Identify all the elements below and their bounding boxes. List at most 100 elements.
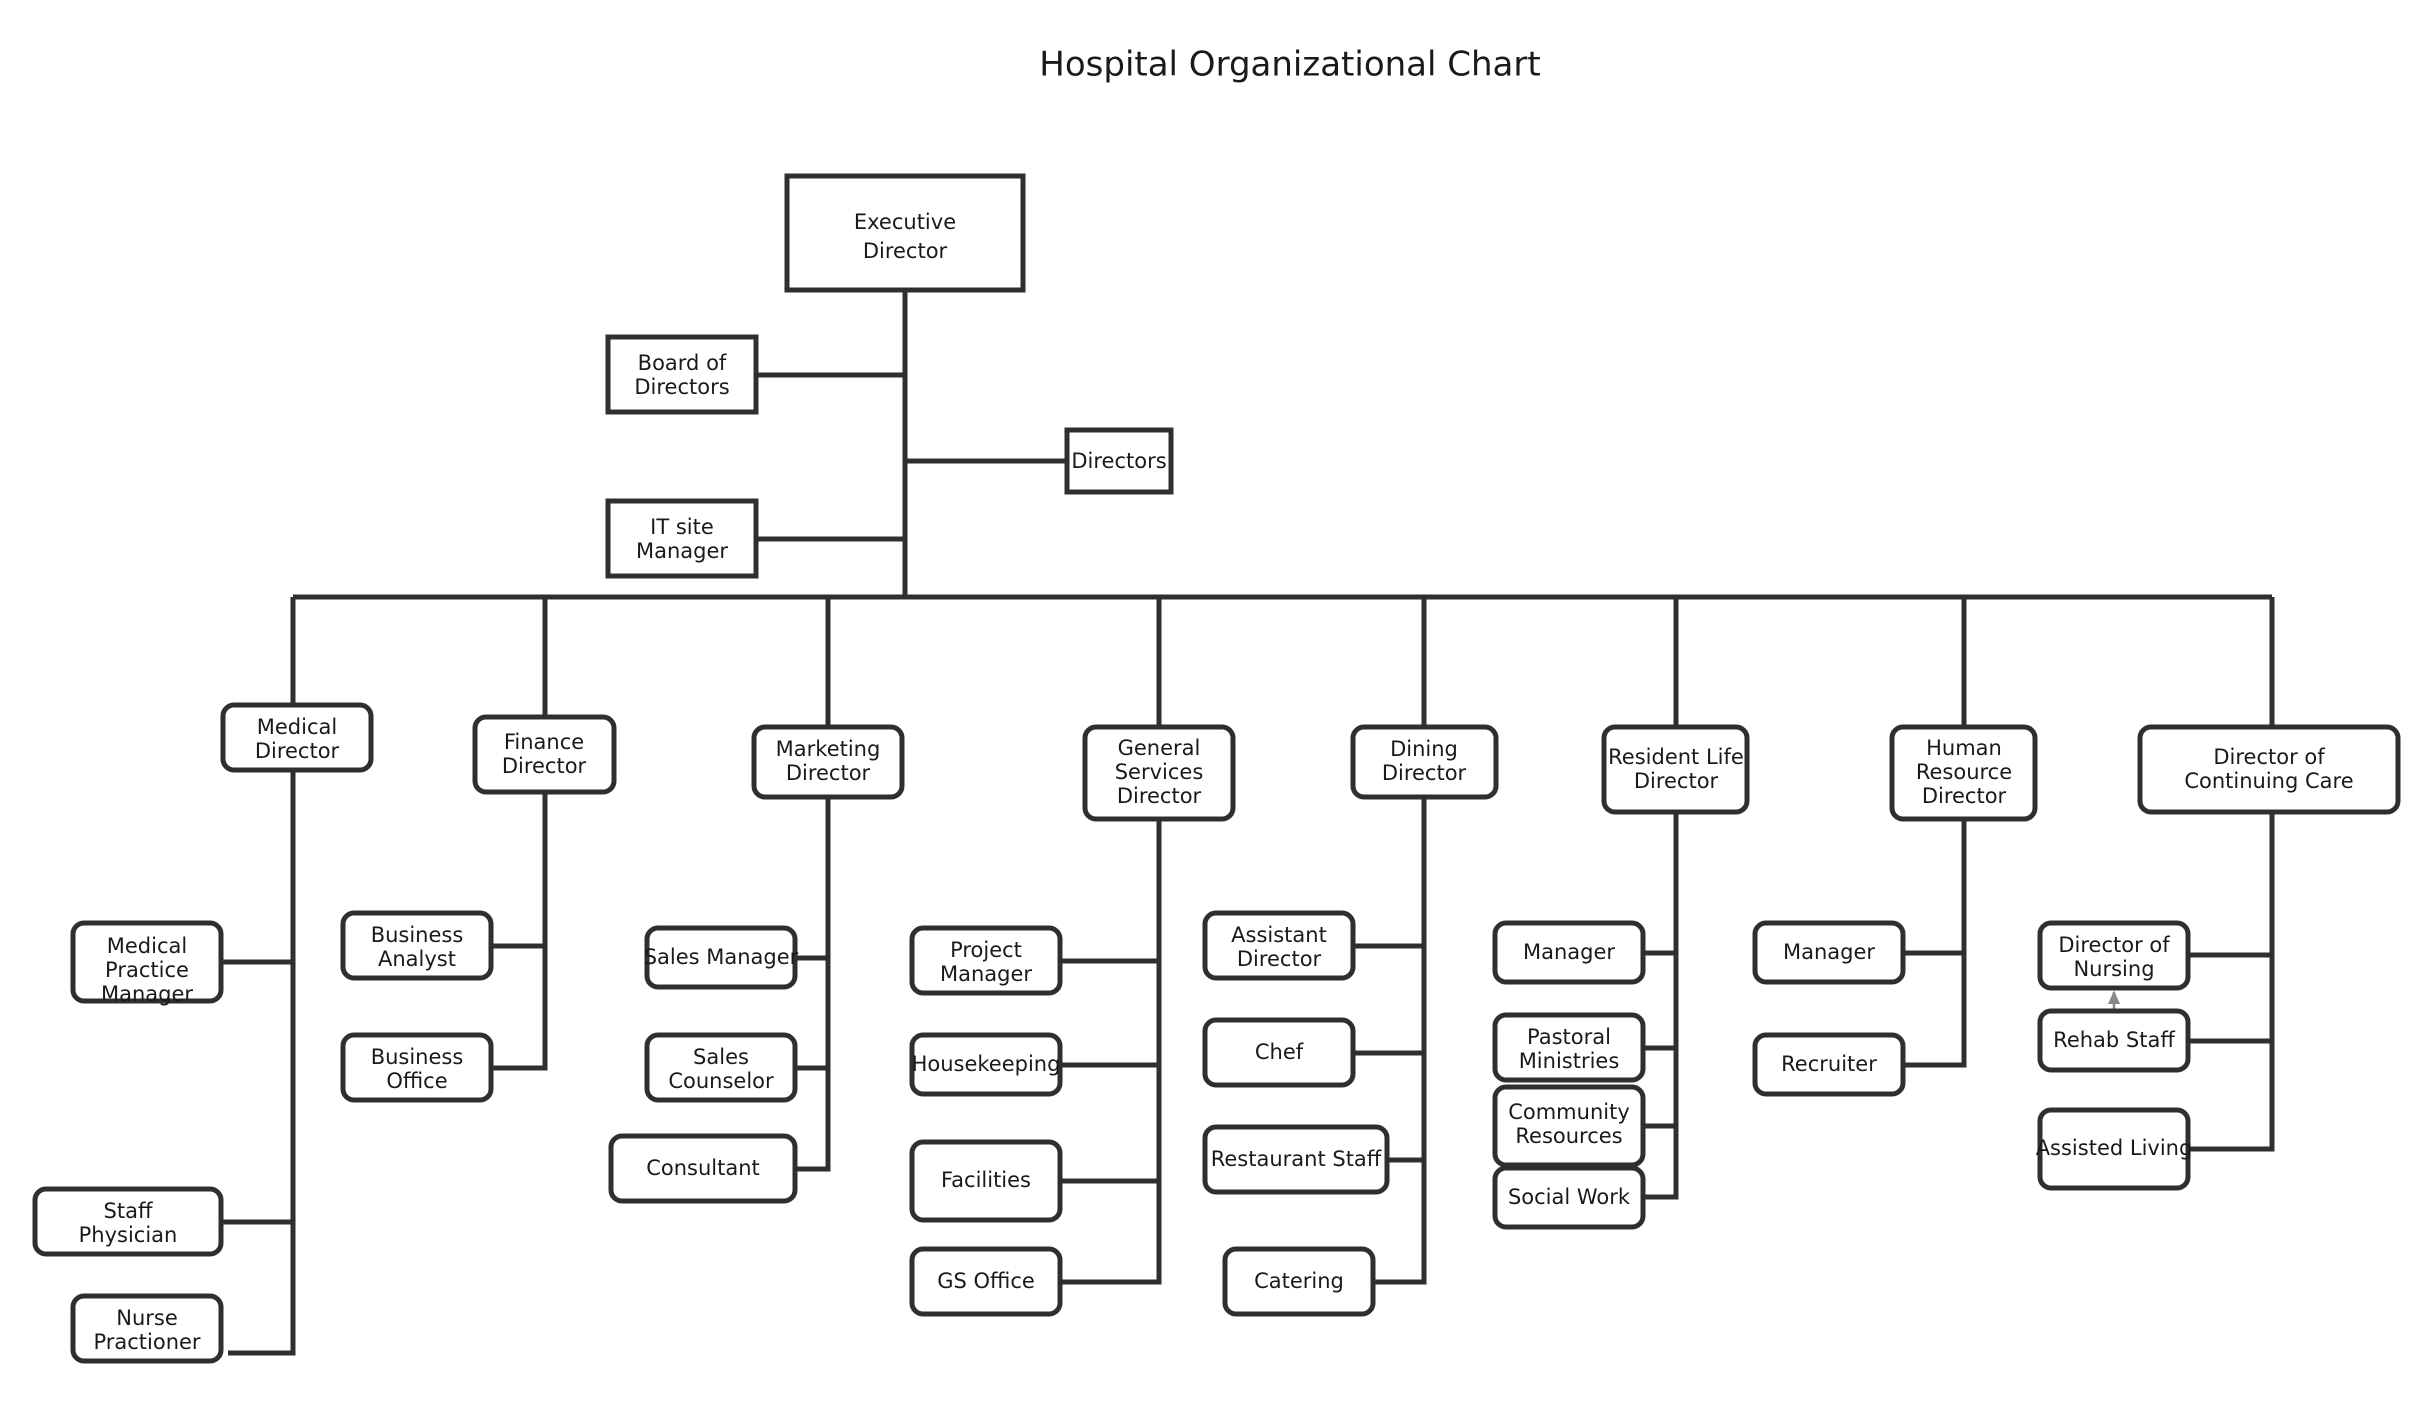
node-label-line: Project xyxy=(950,938,1022,962)
node-label-line: Human xyxy=(1926,736,2002,760)
node-label-line: Ministries xyxy=(1519,1049,1620,1073)
node-label-line: Resource xyxy=(1916,760,2012,784)
node-label-line: Chef xyxy=(1255,1040,1304,1064)
node-recruiter[interactable]: Recruiter xyxy=(1752,1032,1906,1097)
node-director-of-nursing[interactable]: Director of Nursing xyxy=(2037,920,2191,991)
connector-continuing-care-spine xyxy=(2188,812,2275,1152)
node-label-line: Manager xyxy=(1523,940,1615,964)
node-restaurant-staff[interactable]: Restaurant Staff xyxy=(1202,1124,1390,1195)
node-finance-director[interactable]: Finance Director xyxy=(472,714,617,795)
node-label-line: Director xyxy=(1117,784,1202,808)
node-label-line: Dining xyxy=(1390,737,1458,761)
node-label-line: Business xyxy=(371,1045,464,1069)
node-resident-life-manager[interactable]: Manager xyxy=(1492,920,1646,985)
node-label-line: Social Work xyxy=(1508,1185,1631,1209)
page-title: Hospital Organizational Chart xyxy=(1039,45,1540,85)
node-label-line: Community xyxy=(1508,1100,1630,1124)
connector-general-services-spine xyxy=(1060,819,1162,1285)
node-label-line: Physician xyxy=(79,1223,178,1247)
node-business-analyst[interactable]: Business Analyst xyxy=(340,910,494,981)
node-assistant-director[interactable]: Assistant Director xyxy=(1202,910,1356,981)
node-label-line: Nurse xyxy=(116,1306,178,1330)
node-label-line: Director xyxy=(1382,761,1467,785)
node-business-office[interactable]: Business Office xyxy=(340,1032,494,1103)
node-label-line: Staff xyxy=(104,1199,153,1223)
node-dining-director[interactable]: Dining Director xyxy=(1350,724,1499,800)
node-label-line: Finance xyxy=(504,730,584,754)
node-project-manager[interactable]: Project Manager xyxy=(909,925,1063,996)
node-label-line: Consultant xyxy=(646,1156,760,1180)
node-label-line: Director xyxy=(1634,769,1719,793)
node-staff-physician[interactable]: Staff Physician xyxy=(32,1186,224,1257)
connector-finance-spine xyxy=(491,792,548,1071)
node-label-line: IT site xyxy=(650,515,714,539)
node-label-line: Resident Life xyxy=(1608,745,1744,769)
node-label-line: Directors xyxy=(634,375,729,399)
node-label-line: Director of xyxy=(2213,745,2325,769)
node-label-line: Office xyxy=(386,1069,447,1093)
node-rehab-staff[interactable]: Rehab Staff xyxy=(2037,1008,2191,1073)
node-catering[interactable]: Catering xyxy=(1222,1246,1376,1317)
node-facilities[interactable]: Facilities xyxy=(909,1139,1063,1223)
node-it-site-manager[interactable]: IT site Manager xyxy=(605,498,759,579)
node-label-line: Manager xyxy=(636,539,728,563)
node-label-line: Marketing xyxy=(776,737,881,761)
node-consultant[interactable]: Consultant xyxy=(608,1133,798,1204)
node-pastoral-ministries[interactable]: Pastoral Ministries xyxy=(1492,1012,1646,1083)
node-label-line: Manager xyxy=(940,962,1032,986)
node-label-line: Medical xyxy=(257,715,337,739)
node-housekeeping[interactable]: Housekeeping xyxy=(909,1032,1063,1097)
node-director-of-continuing-care[interactable]: Director of Continuing Care xyxy=(2137,724,2401,815)
node-label-line: Practioner xyxy=(93,1330,200,1354)
node-general-services-director[interactable]: General Services Director xyxy=(1082,724,1236,822)
node-label-line: Assisted Living xyxy=(2036,1136,2193,1160)
node-chef[interactable]: Chef xyxy=(1202,1017,1356,1088)
node-label-line: Practice xyxy=(105,958,189,982)
node-social-work[interactable]: Social Work xyxy=(1492,1165,1646,1230)
node-label-line: Executive xyxy=(854,210,956,234)
node-board-of-directors[interactable]: Board of Directors xyxy=(605,334,759,415)
node-label-line: Assistant xyxy=(1231,923,1327,947)
node-label-line: Medical xyxy=(107,934,187,958)
node-assisted-living[interactable]: Assisted Living xyxy=(2036,1107,2193,1191)
node-label-line: Manager xyxy=(1783,940,1875,964)
node-label-line: Director xyxy=(1922,784,2007,808)
node-label-line: Sales xyxy=(693,1045,749,1069)
node-label-line: Pastoral xyxy=(1527,1025,1611,1049)
node-sales-manager[interactable]: Sales Manager xyxy=(644,925,799,990)
node-label-line: Catering xyxy=(1254,1269,1344,1293)
node-marketing-director[interactable]: Marketing Director xyxy=(751,724,905,800)
node-resident-life-director[interactable]: Resident Life Director xyxy=(1601,724,1750,815)
node-label-line: General xyxy=(1118,736,1201,760)
node-label-line: Nursing xyxy=(2073,957,2154,981)
node-medical-practice-manager[interactable]: Medical Practice Manager xyxy=(70,920,224,1006)
connector-marketing-spine xyxy=(795,797,831,1172)
org-chart-svg: Hospital Organizational Chart Executive … xyxy=(32,45,2401,1364)
connector-human-resource-spine xyxy=(1903,819,1967,1068)
node-label-line: Director xyxy=(1237,947,1322,971)
node-gs-office[interactable]: GS Office xyxy=(909,1246,1063,1317)
node-label-line: Facilities xyxy=(941,1168,1031,1192)
node-label-line: Director xyxy=(255,739,340,763)
node-label-line: Continuing Care xyxy=(2184,769,2353,793)
node-nurse-practioner[interactable]: Nurse Practioner xyxy=(70,1293,224,1364)
node-layer: Executive Director Board of Directors Di… xyxy=(32,173,2401,1364)
node-sales-counselor[interactable]: Sales Counselor xyxy=(644,1032,798,1103)
node-label-line: Resources xyxy=(1515,1124,1622,1148)
node-label-line: Housekeeping xyxy=(912,1052,1061,1076)
node-hr-manager[interactable]: Manager xyxy=(1752,920,1906,985)
node-label-line: Board of xyxy=(638,351,727,375)
connector-resident-life-spine xyxy=(1643,812,1679,1200)
node-label-line: GS Office xyxy=(937,1269,1035,1293)
node-label-line: Director of xyxy=(2058,933,2170,957)
node-label-line: Recruiter xyxy=(1781,1052,1877,1076)
node-label-line: Manager xyxy=(101,982,193,1006)
node-directors[interactable]: Directors xyxy=(1064,427,1174,495)
node-executive-director[interactable]: Executive Director xyxy=(784,173,1026,293)
node-label-line: Directors xyxy=(1071,449,1166,473)
node-human-resource-director[interactable]: Human Resource Director xyxy=(1889,724,2038,822)
node-label-line: Analyst xyxy=(378,947,456,971)
node-medical-director[interactable]: Medical Director xyxy=(220,702,374,773)
node-label-line: Director xyxy=(863,239,948,263)
node-community-resources[interactable]: Community Resources xyxy=(1492,1084,1646,1168)
